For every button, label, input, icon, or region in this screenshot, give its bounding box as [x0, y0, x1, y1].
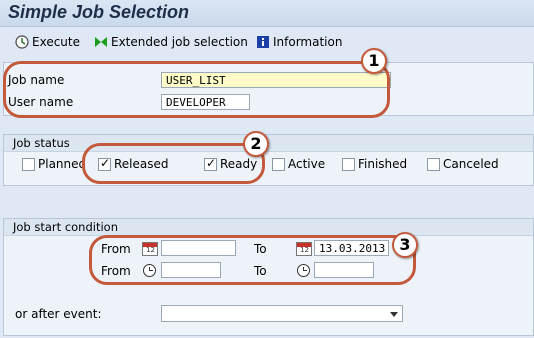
planned-checkbox[interactable] — [22, 158, 35, 171]
callout-badge-2: 2 — [243, 131, 269, 157]
title-bar: Simple Job Selection — [0, 0, 534, 27]
after-event-label: or after event: — [15, 307, 102, 321]
callout-highlight-3 — [89, 235, 416, 285]
chevron-down-icon — [390, 312, 398, 317]
extended-selection-icon — [95, 37, 107, 47]
callout-highlight-1 — [3, 61, 390, 118]
info-icon — [257, 36, 269, 48]
toolbar: Execute Extended job selection Informati… — [0, 33, 534, 53]
execute-button[interactable]: Execute — [15, 35, 80, 49]
after-event-dropdown[interactable] — [161, 305, 403, 322]
finished-label: Finished — [358, 157, 408, 171]
active-label: Active — [288, 157, 326, 171]
active-checkbox[interactable] — [272, 158, 285, 171]
execute-label: Execute — [32, 35, 80, 49]
finished-checkbox[interactable] — [342, 158, 355, 171]
job-start-condition-title: Job start condition — [4, 219, 533, 236]
execute-icon — [15, 35, 29, 49]
information-button[interactable]: Information — [256, 35, 342, 49]
callout-badge-1: 1 — [361, 48, 387, 74]
callout-highlight-2 — [82, 143, 265, 184]
information-label: Information — [273, 35, 343, 49]
page-title: Simple Job Selection — [8, 2, 190, 22]
extended-job-selection-label: Extended job selection — [111, 35, 248, 49]
callout-badge-3: 3 — [392, 232, 418, 258]
canceled-checkbox[interactable] — [427, 158, 440, 171]
canceled-label: Canceled — [443, 157, 499, 171]
planned-label: Planned — [38, 157, 87, 171]
extended-job-selection-button[interactable]: Extended job selection — [94, 35, 248, 49]
